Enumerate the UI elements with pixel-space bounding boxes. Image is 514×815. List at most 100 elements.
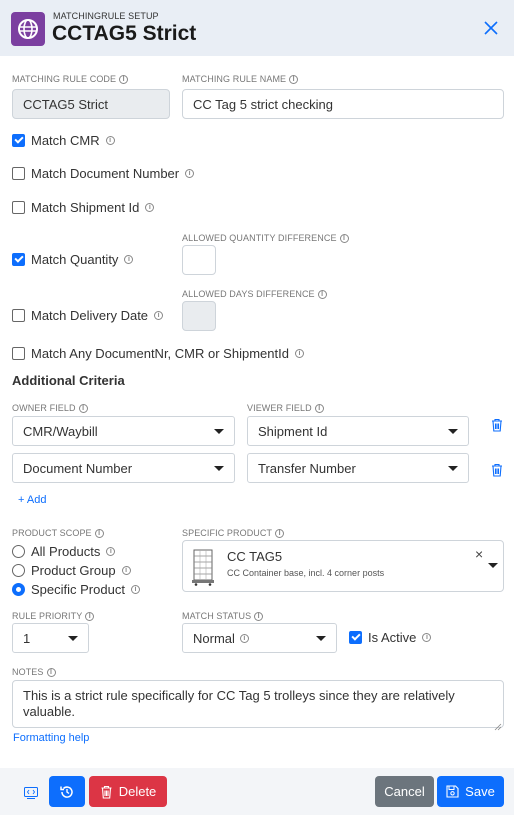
info-icon	[130, 585, 140, 594]
history-button[interactable]	[49, 776, 85, 807]
info-icon	[422, 633, 432, 642]
product-scope-label: PRODUCT SCOPE	[12, 528, 104, 538]
info-icon	[106, 547, 116, 556]
days-diff-label: ALLOWED DAYS DIFFERENCE	[182, 289, 327, 299]
info-icon	[239, 633, 249, 643]
trash-icon	[101, 785, 112, 799]
info-icon	[339, 233, 349, 243]
name-field[interactable]: CC Tag 5 strict checking	[182, 89, 504, 119]
scope-specific-row[interactable]: Specific Product	[12, 582, 140, 597]
scope-group-row[interactable]: Product Group	[12, 563, 131, 578]
chevron-down-icon	[68, 635, 78, 641]
match-quantity-checkbox[interactable]	[12, 253, 25, 266]
history-icon	[60, 785, 73, 798]
match-any-row[interactable]: Match Any DocumentNr, CMR or ShipmentId	[12, 346, 304, 361]
match-status-select[interactable]: Normal	[182, 623, 337, 653]
trash-icon[interactable]	[490, 463, 504, 477]
info-icon	[94, 528, 104, 538]
match-shipment-row[interactable]: Match Shipment Id	[12, 200, 155, 215]
info-icon	[46, 667, 56, 677]
info-icon	[294, 349, 304, 358]
match-doc-row[interactable]: Match Document Number	[12, 166, 195, 181]
match-delivery-checkbox[interactable]	[12, 309, 25, 322]
cancel-button[interactable]: Cancel	[375, 776, 434, 807]
viewer-field-select[interactable]: Shipment Id	[247, 416, 469, 446]
chevron-down-icon	[448, 428, 458, 434]
specific-product-label: SPECIFIC PRODUCT	[182, 528, 285, 538]
match-cmr-checkbox[interactable]	[12, 134, 25, 147]
chevron-down-icon	[214, 428, 224, 434]
viewer-field-select[interactable]: Transfer Number	[247, 453, 469, 483]
info-icon	[154, 311, 164, 320]
info-icon	[85, 611, 95, 621]
info-icon	[124, 255, 134, 264]
info-icon	[145, 203, 155, 212]
days-diff-field	[182, 301, 216, 331]
add-criteria-link[interactable]: + Add	[18, 494, 46, 506]
product-description: CC Container base, incl. 4 corner posts	[227, 568, 385, 578]
match-document-label: Match Document Number	[31, 166, 180, 181]
app-logo-icon	[11, 12, 45, 46]
close-icon[interactable]	[482, 19, 500, 37]
match-quantity-row[interactable]: Match Quantity	[12, 252, 134, 267]
rule-priority-select[interactable]: 1	[12, 623, 89, 653]
chevron-down-icon	[214, 465, 224, 471]
match-delivery-label: Match Delivery Date	[31, 308, 149, 323]
save-button[interactable]: Save	[437, 776, 504, 807]
clear-icon[interactable]: ×	[475, 546, 483, 562]
code-icon[interactable]	[24, 786, 38, 799]
info-icon	[121, 566, 131, 575]
info-icon	[254, 611, 264, 621]
scope-specific-radio[interactable]	[12, 583, 25, 596]
product-thumbnail	[192, 548, 216, 586]
delete-button[interactable]: Delete	[89, 776, 167, 807]
header-subtitle: MATCHINGRULE SETUP	[53, 11, 159, 21]
match-any-label: Match Any DocumentNr, CMR or ShipmentId	[31, 346, 289, 361]
qty-diff-field[interactable]	[182, 245, 216, 275]
info-icon	[105, 136, 115, 145]
notes-label: NOTES	[12, 667, 56, 677]
rule-priority-label: RULE PRIORITY	[12, 611, 95, 621]
chevron-down-icon	[316, 635, 326, 641]
name-label: MATCHING RULE NAME	[182, 74, 299, 84]
match-shipment-checkbox[interactable]	[12, 201, 25, 214]
info-icon	[289, 74, 299, 84]
page-title: CCTAG5 Strict	[52, 22, 197, 45]
info-icon	[314, 403, 324, 413]
is-active-checkbox[interactable]	[349, 631, 362, 644]
owner-field-label: OWNER FIELD	[12, 403, 88, 413]
is-active-row[interactable]: Is Active	[349, 630, 432, 645]
match-cmr-label: Match CMR	[31, 133, 100, 148]
info-icon	[78, 403, 88, 413]
info-icon	[275, 528, 285, 538]
notes-textarea[interactable]: This is a strict rule specifically for C…	[12, 680, 504, 728]
specific-product-select[interactable]: CC TAG5 CC Container base, incl. 4 corne…	[182, 540, 504, 592]
match-any-checkbox[interactable]	[12, 347, 25, 360]
match-status-label: MATCH STATUS	[182, 611, 264, 621]
info-icon	[185, 169, 195, 178]
additional-criteria-title: Additional Criteria	[12, 373, 125, 388]
product-name: CC TAG5	[227, 549, 283, 564]
scope-all-radio[interactable]	[12, 545, 25, 558]
info-icon	[317, 289, 327, 299]
match-document-checkbox[interactable]	[12, 167, 25, 180]
qty-diff-label: ALLOWED QUANTITY DIFFERENCE	[182, 233, 349, 243]
owner-field-select[interactable]: CMR/Waybill	[12, 416, 235, 446]
match-delivery-row[interactable]: Match Delivery Date	[12, 308, 164, 323]
scope-all-row[interactable]: All Products	[12, 544, 116, 559]
chevron-down-icon	[448, 465, 458, 471]
match-shipment-label: Match Shipment Id	[31, 200, 140, 215]
match-cmr-row[interactable]: Match CMR	[12, 133, 115, 148]
save-icon	[446, 785, 459, 798]
chevron-down-icon	[488, 563, 498, 568]
scope-group-radio[interactable]	[12, 564, 25, 577]
owner-field-select[interactable]: Document Number	[12, 453, 235, 483]
code-field: CCTAG5 Strict	[12, 89, 170, 119]
trash-icon[interactable]	[490, 418, 504, 432]
formatting-help-link[interactable]: Formatting help	[13, 732, 89, 744]
viewer-field-label: VIEWER FIELD	[247, 403, 324, 413]
resize-handle-icon[interactable]	[494, 718, 502, 731]
info-icon	[119, 74, 129, 84]
match-quantity-label: Match Quantity	[31, 252, 119, 267]
code-label: MATCHING RULE CODE	[12, 74, 129, 84]
